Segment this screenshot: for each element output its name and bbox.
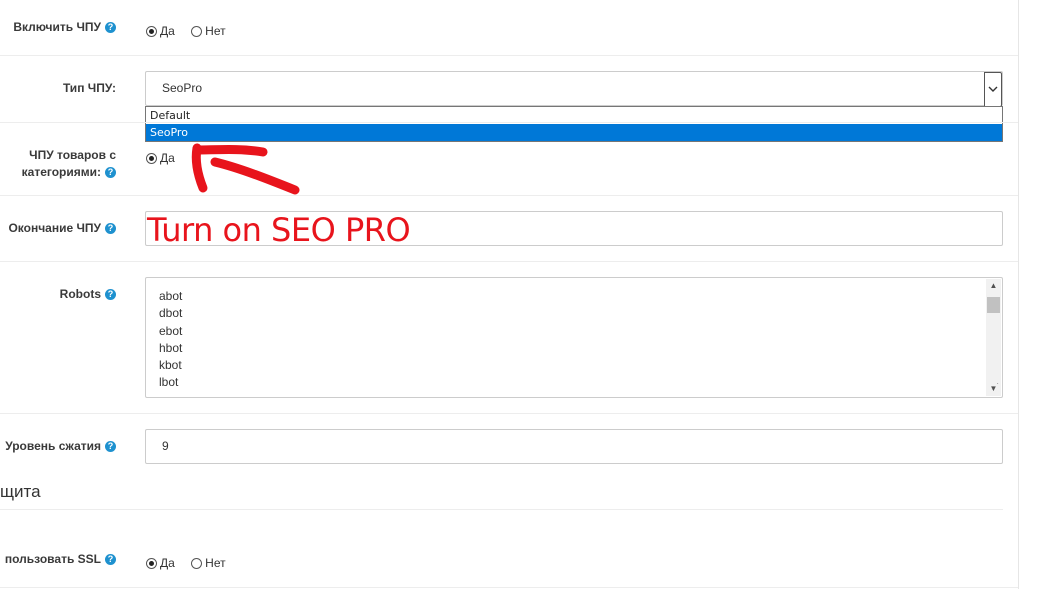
enable-seo-label: Включить ЧПУ? [13,19,116,36]
resize-handle-icon[interactable]: ⋰ [991,378,999,395]
annotation-text: Turn on SEO PRO [147,211,411,249]
enable-seo-no-radio[interactable]: Нет [191,24,226,38]
radio-checked-icon [146,25,157,37]
products-with-categories-label: ЧПУ товаров с [29,148,116,162]
seo-type-dropdown-list: Default SeoPro [145,106,1003,142]
robots-label: Robots? [60,286,116,303]
robots-line: ebot [159,323,183,338]
help-icon[interactable]: ? [105,167,116,179]
divider [0,55,1018,56]
enable-seo-radio-group: Да Нет [146,24,239,40]
help-icon[interactable]: ? [105,289,116,301]
compression-input[interactable]: 9 [145,429,1003,464]
radio-checked-icon [146,557,157,569]
scroll-up-icon[interactable]: ▲ [986,279,1001,293]
seo-suffix-label: Окончание ЧПУ? [8,220,116,237]
robots-line: dbot [159,306,183,321]
help-icon[interactable]: ? [105,22,116,34]
section-title: щита [0,482,41,501]
divider [0,122,1018,123]
scrollbar-thumb[interactable] [987,297,1000,313]
use-ssl-yes-radio[interactable]: Да [146,556,175,570]
red-arrow-annotation-icon [191,143,300,195]
robots-line: hbot [159,340,183,355]
help-icon[interactable]: ? [105,223,116,235]
radio-checked-icon [146,152,157,164]
robots-line: lbot [159,375,179,390]
radio-unchecked-icon [191,25,203,37]
use-ssl-radio-group: Да Нет [146,556,239,572]
chevron-down-icon[interactable] [984,72,1002,107]
divider [0,413,1018,414]
help-icon[interactable]: ? [105,441,116,453]
seo-type-label: Тип ЧПУ: [62,81,116,95]
help-icon[interactable]: ? [105,554,116,566]
enable-seo-yes-radio[interactable]: Да [146,24,175,38]
divider [0,261,1018,262]
robots-textarea[interactable]: abot dbot ebot hbot kbot lbot ▲ ▼ ⋰ [145,277,1003,398]
panel-right-border [1018,0,1019,589]
products-with-categories-yes-radio[interactable]: Да [146,151,175,165]
divider [0,587,1018,588]
radio-unchecked-icon [191,557,203,569]
use-ssl-no-radio[interactable]: Нет [191,556,226,570]
use-ssl-label: пользовать SSL? [5,551,116,568]
robots-line: abot [159,289,183,303]
compression-label: Уровень сжатия? [5,438,116,455]
section-divider [0,509,1003,510]
products-with-categories-radio-group: Да [146,151,188,167]
seo-type-select[interactable]: SeoPro [145,71,1003,107]
robots-line: kbot [159,358,182,373]
products-with-categories-label-line2: категориями:? [22,164,116,181]
divider [0,195,1018,196]
